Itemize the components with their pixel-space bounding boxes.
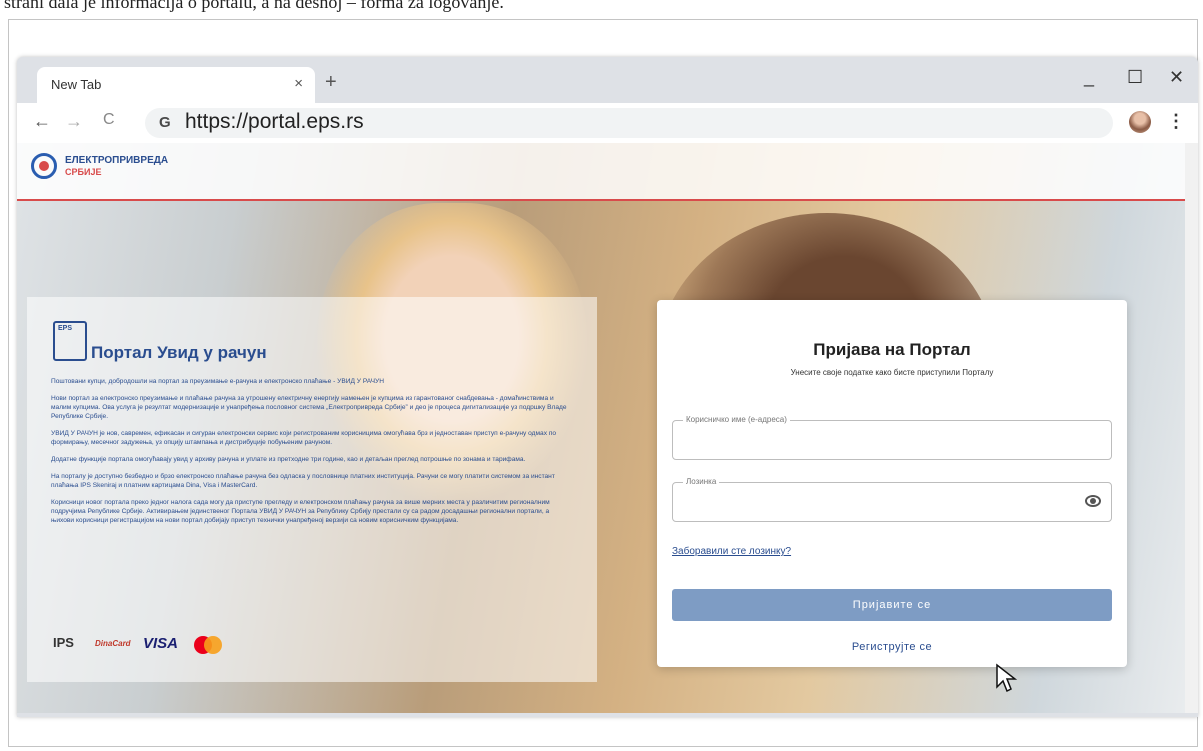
tab-new-tab[interactable]: New Tab × [37,67,315,103]
ips-logo: IPS [53,635,74,650]
site-header: ЕЛЕКТРОПРИВРЕДА СРБИЈЕ [17,143,1185,201]
close-window-icon[interactable]: ✕ [1169,67,1184,88]
info-title: Портал Увид у рачун [91,343,267,362]
username-field[interactable]: Корисничко име (е-адреса) [672,415,1112,460]
info-paragraph: Поштовани купци, добродошли на портал за… [51,378,385,385]
logo-text-line2: СРБИЈЕ [65,167,102,177]
invoice-icon: EPS [53,321,87,361]
browser-menu-icon[interactable]: ⋮ [1167,111,1185,132]
tab-title: New Tab [51,77,102,92]
login-button[interactable]: Пријавите се [672,589,1112,621]
google-icon: G [159,114,171,131]
minimize-icon[interactable]: _ [1084,67,1094,88]
browser-window: New Tab × + _ ☐ ✕ ← → C G https://portal… [17,57,1198,717]
show-password-icon[interactable] [1085,495,1101,507]
username-label: Корисничко име (е-адреса) [683,415,790,424]
back-icon[interactable]: ← [33,111,51,132]
tab-strip: New Tab × + _ ☐ ✕ [17,57,1198,103]
profile-avatar[interactable] [1129,111,1151,133]
page-scrollbar[interactable] [1185,143,1198,713]
visa-logo: VISA [143,635,179,652]
browser-toolbar: ← → C G https://portal.eps.rs ⋮ [17,103,1198,143]
info-paragraph: Додатне функције портала омогућавају уви… [51,456,526,463]
address-bar-url[interactable]: https://portal.eps.rs [185,110,364,134]
register-link[interactable]: Региструјте се [657,641,1127,653]
page-viewport: ЕЛЕКТРОПРИВРЕДА СРБИЈЕ EPS Портал Увид у… [17,143,1185,713]
maximize-icon[interactable]: ☐ [1127,67,1143,88]
mastercard-logo [193,635,223,658]
forgot-password-link[interactable]: Заборавили сте лозинку? [672,546,791,557]
forward-icon[interactable]: → [65,111,83,132]
eps-logo-icon[interactable] [31,153,57,179]
password-field[interactable]: Лозинка [672,477,1112,522]
info-paragraph: Нови портал за електронско преузимање и … [51,395,567,420]
login-form: Пријава на Портал Унесите своје податке … [657,300,1127,667]
info-paragraph: Корисници новог портала преко једног нал… [51,499,550,524]
address-bar[interactable]: G https://portal.eps.rs [145,108,1113,138]
password-label: Лозинка [683,477,720,486]
info-body: Поштовани купци, добродошли на портал за… [51,377,573,533]
info-paragraph: УВИД У РАЧУН је нов, савремен, ефикасан … [51,430,557,446]
login-subtitle: Унесите своје податке како бисте приступ… [790,368,994,377]
dinacard-logo: DinaCard [95,639,131,648]
info-paragraph: На порталу је доступно безбедно и брзо е… [51,473,555,489]
invoice-icon-label: EPS [58,325,73,332]
reload-icon[interactable]: C [103,111,115,129]
logo-text-line1: ЕЛЕКТРОПРИВРЕДА [65,155,169,166]
tab-close-icon[interactable]: × [294,75,303,92]
login-title: Пријава на Портал [813,340,971,359]
page-caption: strani dala je informacija o portalu, a … [4,0,504,12]
portal-info-panel: EPS Портал Увид у рачун Поштовани купци,… [27,297,597,682]
new-tab-icon[interactable]: + [325,71,337,94]
